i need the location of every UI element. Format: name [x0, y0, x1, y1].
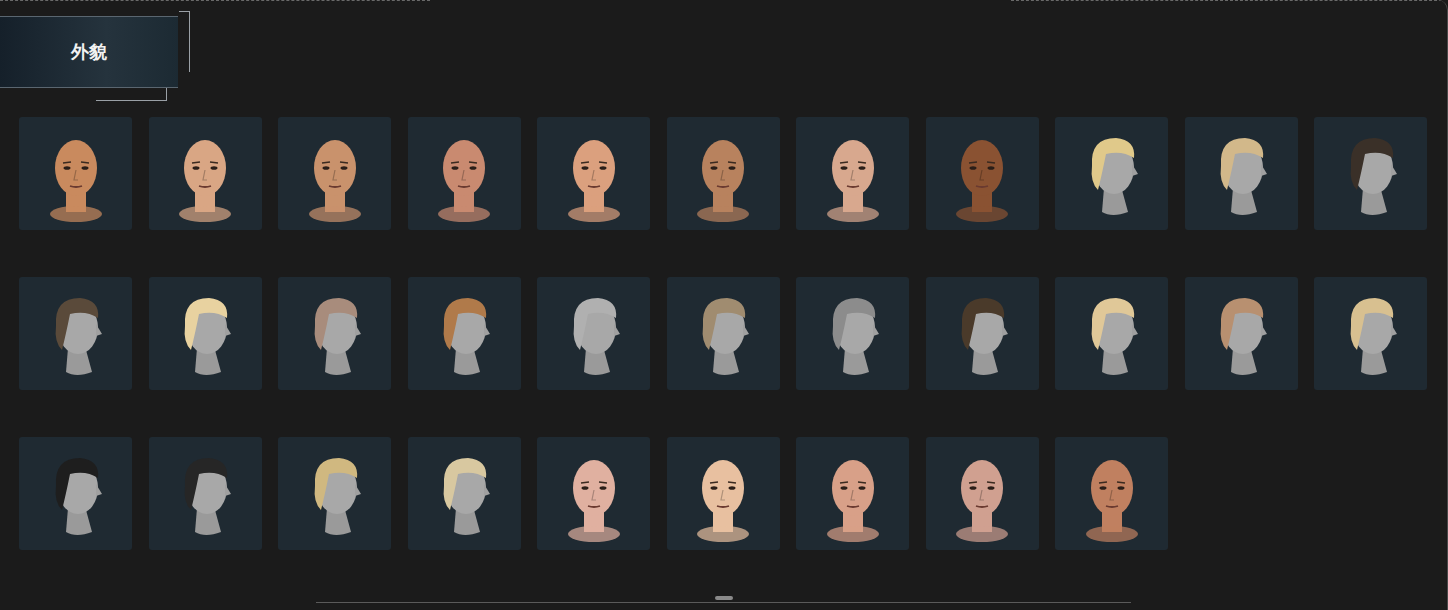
- hair-icon: [1321, 124, 1421, 224]
- appearance-screen: 外貌: [0, 0, 1448, 610]
- appearance-option[interactable]: [19, 277, 132, 390]
- hair-icon: [1062, 284, 1162, 384]
- hair-icon: [544, 284, 644, 384]
- scroll-handle[interactable]: [715, 596, 733, 600]
- appearance-option[interactable]: [1055, 437, 1168, 550]
- hair-icon: [155, 444, 255, 544]
- appearance-option[interactable]: [19, 117, 132, 230]
- face-icon: [673, 124, 773, 224]
- title-tab: 外貌: [0, 16, 178, 88]
- face-icon: [803, 444, 903, 544]
- hair-icon: [26, 284, 126, 384]
- top-dash-left: [0, 0, 430, 1]
- appearance-option[interactable]: [408, 437, 521, 550]
- face-icon: [414, 124, 514, 224]
- appearance-option[interactable]: [537, 437, 650, 550]
- footer: [0, 596, 1447, 603]
- appearance-option[interactable]: [1185, 277, 1298, 390]
- hair-icon: [285, 284, 385, 384]
- bottom-rule: [316, 602, 1131, 603]
- face-icon: [932, 124, 1032, 224]
- face-icon: [285, 124, 385, 224]
- appearance-option[interactable]: [667, 117, 780, 230]
- appearance-option[interactable]: [926, 277, 1039, 390]
- appearance-option[interactable]: [149, 277, 262, 390]
- hair-icon: [155, 284, 255, 384]
- face-icon: [803, 124, 903, 224]
- appearance-option[interactable]: [408, 117, 521, 230]
- appearance-option[interactable]: [926, 117, 1039, 230]
- hair-icon: [673, 284, 773, 384]
- top-rule: [0, 0, 1447, 1]
- hair-icon: [1191, 124, 1291, 224]
- face-icon: [673, 444, 773, 544]
- face-icon: [544, 444, 644, 544]
- appearance-option[interactable]: [1055, 277, 1168, 390]
- appearance-option[interactable]: [667, 437, 780, 550]
- face-icon: [544, 124, 644, 224]
- appearance-option[interactable]: [537, 117, 650, 230]
- appearance-option[interactable]: [278, 117, 391, 230]
- hair-icon: [414, 444, 514, 544]
- panel-title: 外貌: [71, 40, 107, 64]
- hair-icon: [803, 284, 903, 384]
- appearance-option[interactable]: [19, 437, 132, 550]
- header: 外貌: [0, 16, 1447, 88]
- appearance-option[interactable]: [1314, 117, 1427, 230]
- appearance-option[interactable]: [926, 437, 1039, 550]
- appearance-option[interactable]: [408, 277, 521, 390]
- appearance-option[interactable]: [667, 277, 780, 390]
- hair-icon: [1321, 284, 1421, 384]
- hair-icon: [1191, 284, 1291, 384]
- appearance-option[interactable]: [537, 277, 650, 390]
- appearance-option[interactable]: [278, 437, 391, 550]
- appearance-option[interactable]: [796, 117, 909, 230]
- appearance-option[interactable]: [1185, 117, 1298, 230]
- appearance-option[interactable]: [1055, 117, 1168, 230]
- hair-icon: [26, 444, 126, 544]
- appearance-option[interactable]: [796, 437, 909, 550]
- appearance-option[interactable]: [278, 277, 391, 390]
- appearance-option[interactable]: [149, 117, 262, 230]
- appearance-option[interactable]: [149, 437, 262, 550]
- appearance-grid: [0, 117, 1447, 550]
- face-icon: [155, 124, 255, 224]
- face-icon: [1062, 444, 1162, 544]
- appearance-option[interactable]: [796, 277, 909, 390]
- appearance-option[interactable]: [1314, 277, 1427, 390]
- face-icon: [932, 444, 1032, 544]
- hair-icon: [414, 284, 514, 384]
- top-dash-right: [1011, 0, 1447, 1]
- hair-icon: [285, 444, 385, 544]
- hair-icon: [932, 284, 1032, 384]
- hair-icon: [1062, 124, 1162, 224]
- face-icon: [26, 124, 126, 224]
